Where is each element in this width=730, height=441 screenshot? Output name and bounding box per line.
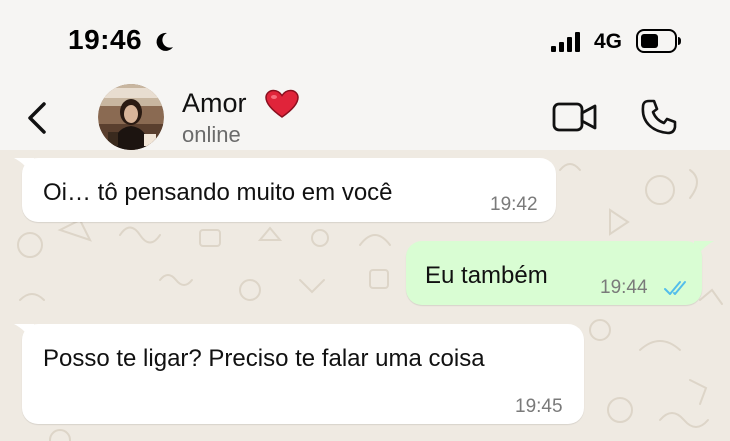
message-text: Posso te ligar? Preciso te falar uma coi… xyxy=(43,345,485,372)
moon-icon xyxy=(156,32,173,51)
double-check-icon xyxy=(664,281,686,295)
message-time: 19:42 xyxy=(490,194,538,215)
message-time: 19:44 xyxy=(600,277,648,298)
message-bubble[interactable]: Oi… tô pensando muito em você 19:42 xyxy=(22,158,556,222)
network-type: 4G xyxy=(594,30,623,53)
status-time: 19:46 xyxy=(68,24,143,55)
message-text: Eu também xyxy=(425,262,548,289)
contact-name[interactable]: Amor xyxy=(182,88,247,119)
message-text: Oi… tô pensando muito em você xyxy=(43,179,393,206)
message-time: 19:45 xyxy=(515,396,563,417)
chat-area[interactable]: Oi… tô pensando muito em você 19:42 Eu t… xyxy=(0,150,730,441)
avatar[interactable] xyxy=(98,84,164,150)
message-bubble[interactable]: Posso te ligar? Preciso te falar uma coi… xyxy=(22,324,584,424)
video-call-icon[interactable] xyxy=(552,100,598,134)
signal-icon xyxy=(551,32,580,52)
phone-icon[interactable] xyxy=(640,98,678,136)
chat-header: Amor online xyxy=(0,80,730,150)
battery-icon xyxy=(636,29,681,53)
contact-status: online xyxy=(182,122,241,147)
message-bubble[interactable]: Eu também 19:44 xyxy=(406,241,702,305)
status-bar: 19:46 4G xyxy=(0,0,730,80)
heart-icon xyxy=(265,89,299,118)
chevron-left-icon[interactable] xyxy=(22,98,52,138)
